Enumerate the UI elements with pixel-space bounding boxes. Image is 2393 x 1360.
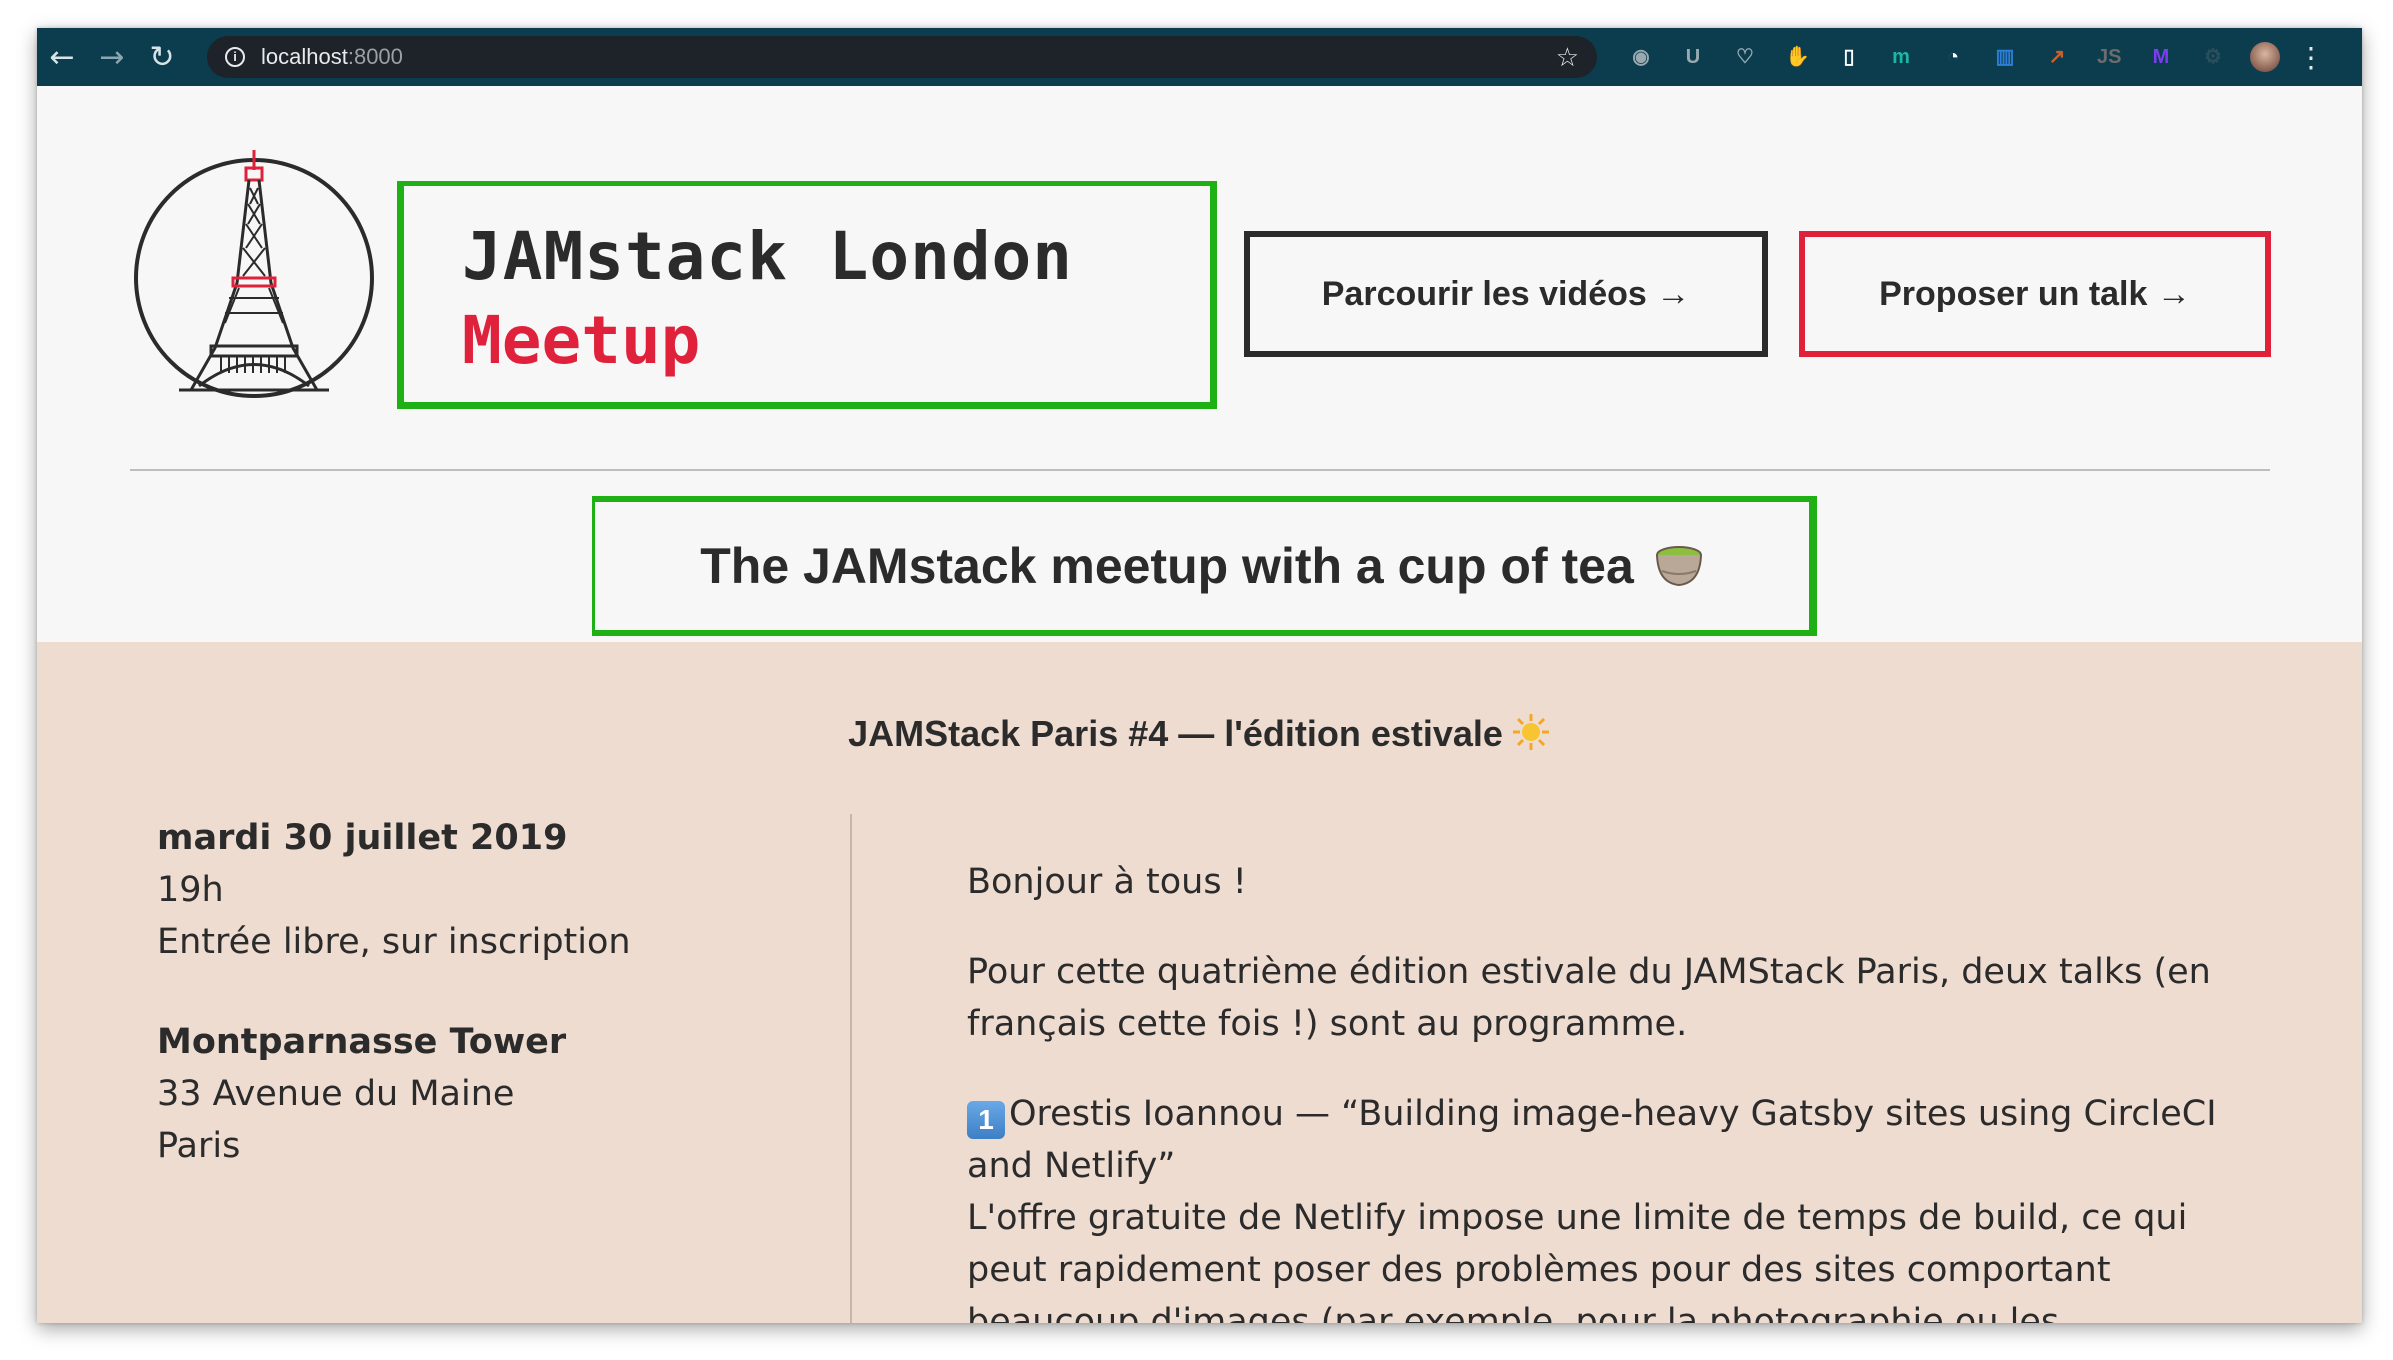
browser-window: ← → ↻ i localhost:8000 ☆ ◉ U ♡ ✋ ▯ m ◔ ▥ ↗ JS M ⚙ ⋮ xyxy=(37,28,2362,1323)
intro-text: Pour cette quatrième édition estivale du… xyxy=(967,952,2211,1044)
url-port: :8000 xyxy=(347,44,403,69)
column-divider xyxy=(850,814,852,1323)
extensions-bar: ◉ U ♡ ✋ ▯ m ◔ ▥ ↗ JS M ⚙ xyxy=(1615,28,2239,86)
talk1-title: Orestis Ioannou — “Building image-heavy … xyxy=(967,1094,2217,1186)
pocket-ext-icon-glyph: ♡ xyxy=(1736,46,1754,68)
browser-toolbar: ← → ↻ i localhost:8000 ☆ ◉ U ♡ ✋ ▯ m ◔ ▥ ↗ JS M ⚙ ⋮ xyxy=(37,28,2362,86)
profile-avatar[interactable] xyxy=(2239,28,2291,86)
event-section: JAMStack Paris #4 — l'édition estivale m… xyxy=(37,642,2362,1323)
hand-ext-icon[interactable]: ✋ xyxy=(1771,28,1823,86)
talk1-block: 1 Orestis Ioannou — “Building image-heavy… xyxy=(967,1088,2267,1323)
reload-icon[interactable]: ↻ xyxy=(137,28,187,86)
tagline-box: The JAMstack meetup with a cup of tea xyxy=(592,496,1817,636)
settings-ext-icon-glyph: ⚙ xyxy=(2204,46,2222,68)
document-ext-icon-glyph: ▯ xyxy=(1843,46,1855,68)
trello-ext-icon-glyph: ▥ xyxy=(1995,46,2015,68)
js-ext-icon-glyph: JS xyxy=(2097,46,2122,68)
forward-arrow-icon[interactable]: → xyxy=(87,28,137,86)
ublock-ext-icon[interactable]: U xyxy=(1667,28,1719,86)
mercury-ext-icon-glyph: m xyxy=(1892,46,1910,68)
eiffel-tower-logo-icon[interactable] xyxy=(129,148,379,398)
event-details: mardi 30 juillet 2019 19h Entrée libre, … xyxy=(157,812,857,1172)
trello-ext-icon[interactable]: ▥ xyxy=(1979,28,2031,86)
mercury-ext-icon[interactable]: m xyxy=(1875,28,1927,86)
site-title-line2: Meetup xyxy=(462,302,701,379)
back-arrow-icon[interactable]: ← xyxy=(37,28,87,86)
clock-ext-icon-glyph: ◔ xyxy=(1946,46,1960,68)
event-title-text: JAMStack Paris #4 — l'édition estivale xyxy=(848,713,1503,754)
venue-name: Montparnasse Tower xyxy=(157,1022,567,1062)
event-time: 19h xyxy=(157,870,224,910)
camera-ext-icon-glyph: ◉ xyxy=(1632,46,1650,68)
info-icon[interactable]: i xyxy=(225,47,245,67)
ublock-ext-icon-glyph: U xyxy=(1685,46,1701,68)
greeting-text: Bonjour à tous ! xyxy=(967,862,1247,902)
hand-ext-icon-glyph: ✋ xyxy=(1785,46,1810,68)
page-content: JAMstack London Meetup Parcourir les vid… xyxy=(37,86,2362,1323)
avatar[interactable] xyxy=(2250,42,2280,72)
number-one-icon: 1 xyxy=(967,1101,1005,1139)
sun-icon xyxy=(1512,714,1549,750)
camera-ext-icon[interactable]: ◉ xyxy=(1615,28,1667,86)
site-title-line1: JAMstack London xyxy=(462,218,1074,295)
m-ext-icon-glyph: M xyxy=(2152,46,2170,68)
site-title-box[interactable]: JAMstack London Meetup xyxy=(397,181,1217,409)
header-divider xyxy=(130,469,2270,471)
venue-street: 33 Avenue du Maine xyxy=(157,1074,515,1114)
url-host: localhost xyxy=(261,44,348,69)
propose-talk-button[interactable]: Proposer un talk → xyxy=(1799,231,2271,357)
bookmark-star-icon[interactable]: ☆ xyxy=(1556,42,1579,73)
event-entry: Entrée libre, sur inscription xyxy=(157,922,631,962)
event-date: mardi 30 juillet 2019 xyxy=(157,818,568,858)
document-ext-icon[interactable]: ▯ xyxy=(1823,28,1875,86)
event-title: JAMStack Paris #4 — l'édition estivale xyxy=(37,712,2362,755)
color-ext-icon[interactable]: ↗ xyxy=(2031,28,2083,86)
site-header: JAMstack London Meetup Parcourir les vid… xyxy=(37,86,2362,642)
venue-city: Paris xyxy=(157,1126,241,1166)
settings-ext-icon[interactable]: ⚙ xyxy=(2187,28,2239,86)
talk1-description: L'offre gratuite de Netlify impose une l… xyxy=(967,1198,2188,1323)
event-description: Bonjour à tous ! Pour cette quatrième éd… xyxy=(967,856,2267,1323)
color-ext-icon-glyph: ↗ xyxy=(2048,46,2066,68)
m-ext-icon[interactable]: M xyxy=(2135,28,2187,86)
tea-cup-icon xyxy=(1655,546,1702,587)
browse-videos-button[interactable]: Parcourir les vidéos → xyxy=(1244,231,1768,357)
tagline: The JAMstack meetup with a cup of tea xyxy=(700,537,1704,595)
js-ext-icon[interactable]: JS xyxy=(2083,28,2135,86)
browser-menu-icon[interactable]: ⋮ xyxy=(2291,41,2331,74)
clock-ext-icon[interactable]: ◔ xyxy=(1927,28,1979,86)
address-bar[interactable]: i localhost:8000 ☆ xyxy=(207,36,1597,78)
pocket-ext-icon[interactable]: ♡ xyxy=(1719,28,1771,86)
tagline-text: The JAMstack meetup with a cup of tea xyxy=(700,538,1634,594)
